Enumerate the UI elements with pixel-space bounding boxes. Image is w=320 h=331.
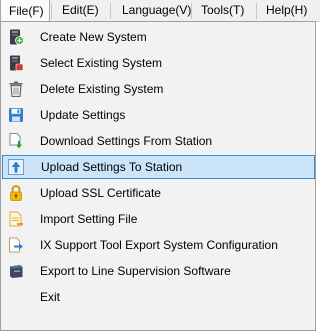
menu-item-update-settings[interactable]: Update Settings xyxy=(2,103,315,127)
menu-file[interactable]: File(F) xyxy=(0,0,50,21)
menu-item-import-setting-file[interactable]: Import Setting File xyxy=(2,207,315,231)
menu-item-label: Update Settings xyxy=(40,108,126,122)
menu-item-label: Export to Line Supervision Software xyxy=(40,264,231,278)
menu-item-label: IX Support Tool Export System Configurat… xyxy=(40,238,278,252)
lock-icon xyxy=(8,185,24,201)
download-icon xyxy=(8,133,24,149)
export-station-icon xyxy=(8,263,24,279)
menu-separator xyxy=(191,3,192,19)
menu-edit-label: Edit(E) xyxy=(62,3,99,17)
menu-bar: File(F) Edit(E) Language(V) Tools(T) Hel… xyxy=(0,0,320,22)
menu-separator xyxy=(51,3,52,19)
menu-item-delete-existing-system[interactable]: Delete Existing System xyxy=(2,77,315,101)
menu-item-label: Exit xyxy=(40,290,61,304)
menu-item-upload-ssl-certificate[interactable]: Upload SSL Certificate xyxy=(2,181,315,205)
menu-item-label: Import Setting File xyxy=(40,212,138,226)
menu-tools-label: Tools(T) xyxy=(201,3,245,17)
menu-tools[interactable]: Tools(T) xyxy=(201,0,244,21)
menu-item-select-existing-system[interactable]: Select Existing System xyxy=(2,51,315,75)
menu-help[interactable]: Help(H) xyxy=(266,0,307,21)
import-file-icon xyxy=(8,211,24,227)
menu-separator xyxy=(256,3,257,19)
menu-language[interactable]: Language(V) xyxy=(122,0,191,21)
menu-edit[interactable]: Edit(E) xyxy=(62,0,99,21)
menu-help-label: Help(H) xyxy=(266,3,308,17)
menu-item-label: Upload Settings To Station xyxy=(41,160,183,174)
menu-item-upload-settings[interactable]: Upload Settings To Station xyxy=(2,155,315,179)
menu-item-exit[interactable]: Exit xyxy=(2,285,315,309)
menu-item-download-settings[interactable]: Download Settings From Station xyxy=(2,129,315,153)
file-menu-dropdown: Create New System Select Existing System xyxy=(0,21,316,331)
floppy-disk-icon xyxy=(8,107,24,123)
menu-item-label: Select Existing System xyxy=(40,56,163,70)
menu-item-label: Download Settings From Station xyxy=(40,134,213,148)
menu-item-label: Upload SSL Certificate xyxy=(40,186,161,200)
menu-item-label: Create New System xyxy=(40,30,147,44)
menu-item-label: Delete Existing System xyxy=(40,82,164,96)
menu-item-create-new-system[interactable]: Create New System xyxy=(2,25,315,49)
menu-language-label: Language(V) xyxy=(122,3,192,17)
menu-file-label: File(F) xyxy=(9,4,44,18)
menu-separator xyxy=(110,3,111,19)
menu-item-ix-support-tool-export[interactable]: IX Support Tool Export System Configurat… xyxy=(2,233,315,257)
menu-item-export-line-supervision[interactable]: Export to Line Supervision Software xyxy=(2,259,315,283)
trash-icon xyxy=(8,81,24,98)
select-system-icon xyxy=(8,55,24,71)
upload-icon xyxy=(8,159,24,175)
export-icon xyxy=(8,237,24,253)
create-system-icon xyxy=(8,29,24,45)
